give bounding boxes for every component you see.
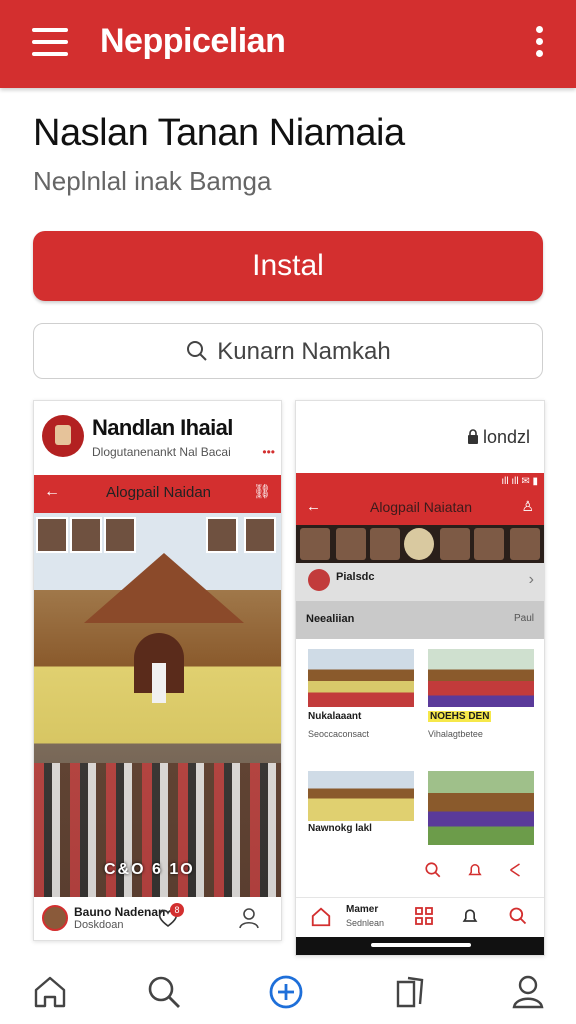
- gallery-card: Nukalaaant Seoccaconsact: [302, 643, 418, 763]
- search-icon: [425, 862, 441, 878]
- chevron-right-icon: ›: [528, 571, 534, 588]
- thumbnail-strip: [296, 525, 544, 563]
- add-circle-icon[interactable]: [264, 970, 308, 1014]
- app-bar-title: Neppicelian: [100, 22, 286, 60]
- nav-label: Mamer: [346, 904, 379, 915]
- section-title: Neealiian: [306, 613, 355, 625]
- install-button[interactable]: Instal: [33, 231, 543, 301]
- footer-name: Bauno Nadenan: [74, 905, 166, 919]
- search-icon: [187, 340, 207, 361]
- temple-photo: C&O 6 1O: [34, 513, 281, 897]
- grid-icon: [415, 907, 433, 925]
- home-indicator: [296, 937, 544, 955]
- shot1-app-sub: Dlogutanenankt Nal Bacai: [92, 445, 231, 459]
- search-icon: [509, 907, 527, 925]
- shot2-bottom-nav: Mamer Sednlean: [296, 897, 544, 937]
- screenshot-card-2[interactable]: londzl ıll ıll ✉ ▮ ← Alogpail Naiatan ♙ …: [295, 400, 545, 956]
- shot1-app-name: Nandlan Ihaial: [92, 415, 233, 440]
- notification-badge: 8: [170, 903, 184, 917]
- section-link: Paul: [513, 613, 534, 624]
- shot2-toolbar-title: Alogpail Naiatan: [370, 499, 472, 515]
- hamburger-menu-icon[interactable]: [32, 28, 68, 58]
- home-icon: [311, 907, 331, 927]
- bell-icon: [468, 864, 482, 876]
- bottom-navigation: [0, 960, 576, 1024]
- shot1-toolbar: ← Alogpail Naidan ⛓: [34, 475, 281, 513]
- footer-sub: Doskdoan: [74, 919, 124, 931]
- shot2-label-text: londzl: [482, 427, 530, 447]
- bell-icon: [462, 909, 478, 922]
- gallery-card: Nawnokg lakl: [302, 765, 418, 845]
- shot1-header: Nandlan Ihaial Dlogutanenankt Nal Bacai …: [34, 401, 281, 473]
- profile-icon: ♙: [521, 498, 534, 514]
- profile-row: Pialsdc ›: [296, 563, 544, 601]
- profile-name: Pialsdc: [336, 571, 375, 583]
- app-developer: Neplnlal inak Bamga: [33, 166, 272, 196]
- search-button[interactable]: Kunarn Namkah: [33, 323, 543, 379]
- card-title: NOEHS DEN: [428, 711, 492, 722]
- library-icon[interactable]: [388, 970, 432, 1014]
- nav-sub: Sednlean: [346, 918, 385, 928]
- status-bar: ıll ıll ✉ ▮: [296, 473, 544, 491]
- share-icon: [510, 863, 520, 877]
- search-icon[interactable]: [142, 970, 186, 1014]
- app-title: Naslan Tanan Niamaia: [33, 112, 405, 154]
- card-title: Nawnokg lakl: [308, 823, 372, 834]
- home-icon[interactable]: [28, 970, 72, 1014]
- gallery-card: NOEHS DEN Vihalagtbetee: [422, 643, 538, 763]
- screenshot-card-1[interactable]: Nandlan Ihaial Dlogutanenankt Nal Bacai …: [33, 400, 282, 941]
- shot2-label: londzl: [467, 427, 530, 448]
- shot1-dots: •••: [262, 445, 275, 459]
- profile-icon[interactable]: [506, 970, 550, 1014]
- search-label: Kunarn Namkah: [217, 338, 391, 365]
- shot1-toolbar-title: Alogpail Naidan: [105, 484, 212, 501]
- more-vertical-icon[interactable]: [536, 26, 546, 62]
- avatar: [308, 569, 330, 591]
- shot1-footer: Bauno Nadenan Doskdoan 8: [34, 897, 281, 940]
- card-sub: Seoccaconsact: [308, 729, 370, 739]
- photo-caption: C&O 6 1O: [104, 861, 195, 878]
- lock-icon: [467, 429, 478, 444]
- link-icon: ⛓: [253, 483, 271, 499]
- profile-icon: [239, 908, 259, 929]
- action-row: [296, 851, 544, 891]
- section-header: Neealiian Paul: [296, 601, 544, 639]
- app-logo: [42, 415, 84, 457]
- photo-thumbnails: [34, 513, 281, 553]
- card-title: Nukalaaant: [308, 711, 362, 722]
- shot2-toolbar: ← Alogpail Naiatan ♙: [296, 491, 544, 525]
- gallery-card: [422, 765, 538, 845]
- app-bar: Neppicelian: [0, 0, 576, 88]
- card-sub: Vihalagtbetee: [428, 729, 483, 739]
- avatar: [42, 905, 68, 931]
